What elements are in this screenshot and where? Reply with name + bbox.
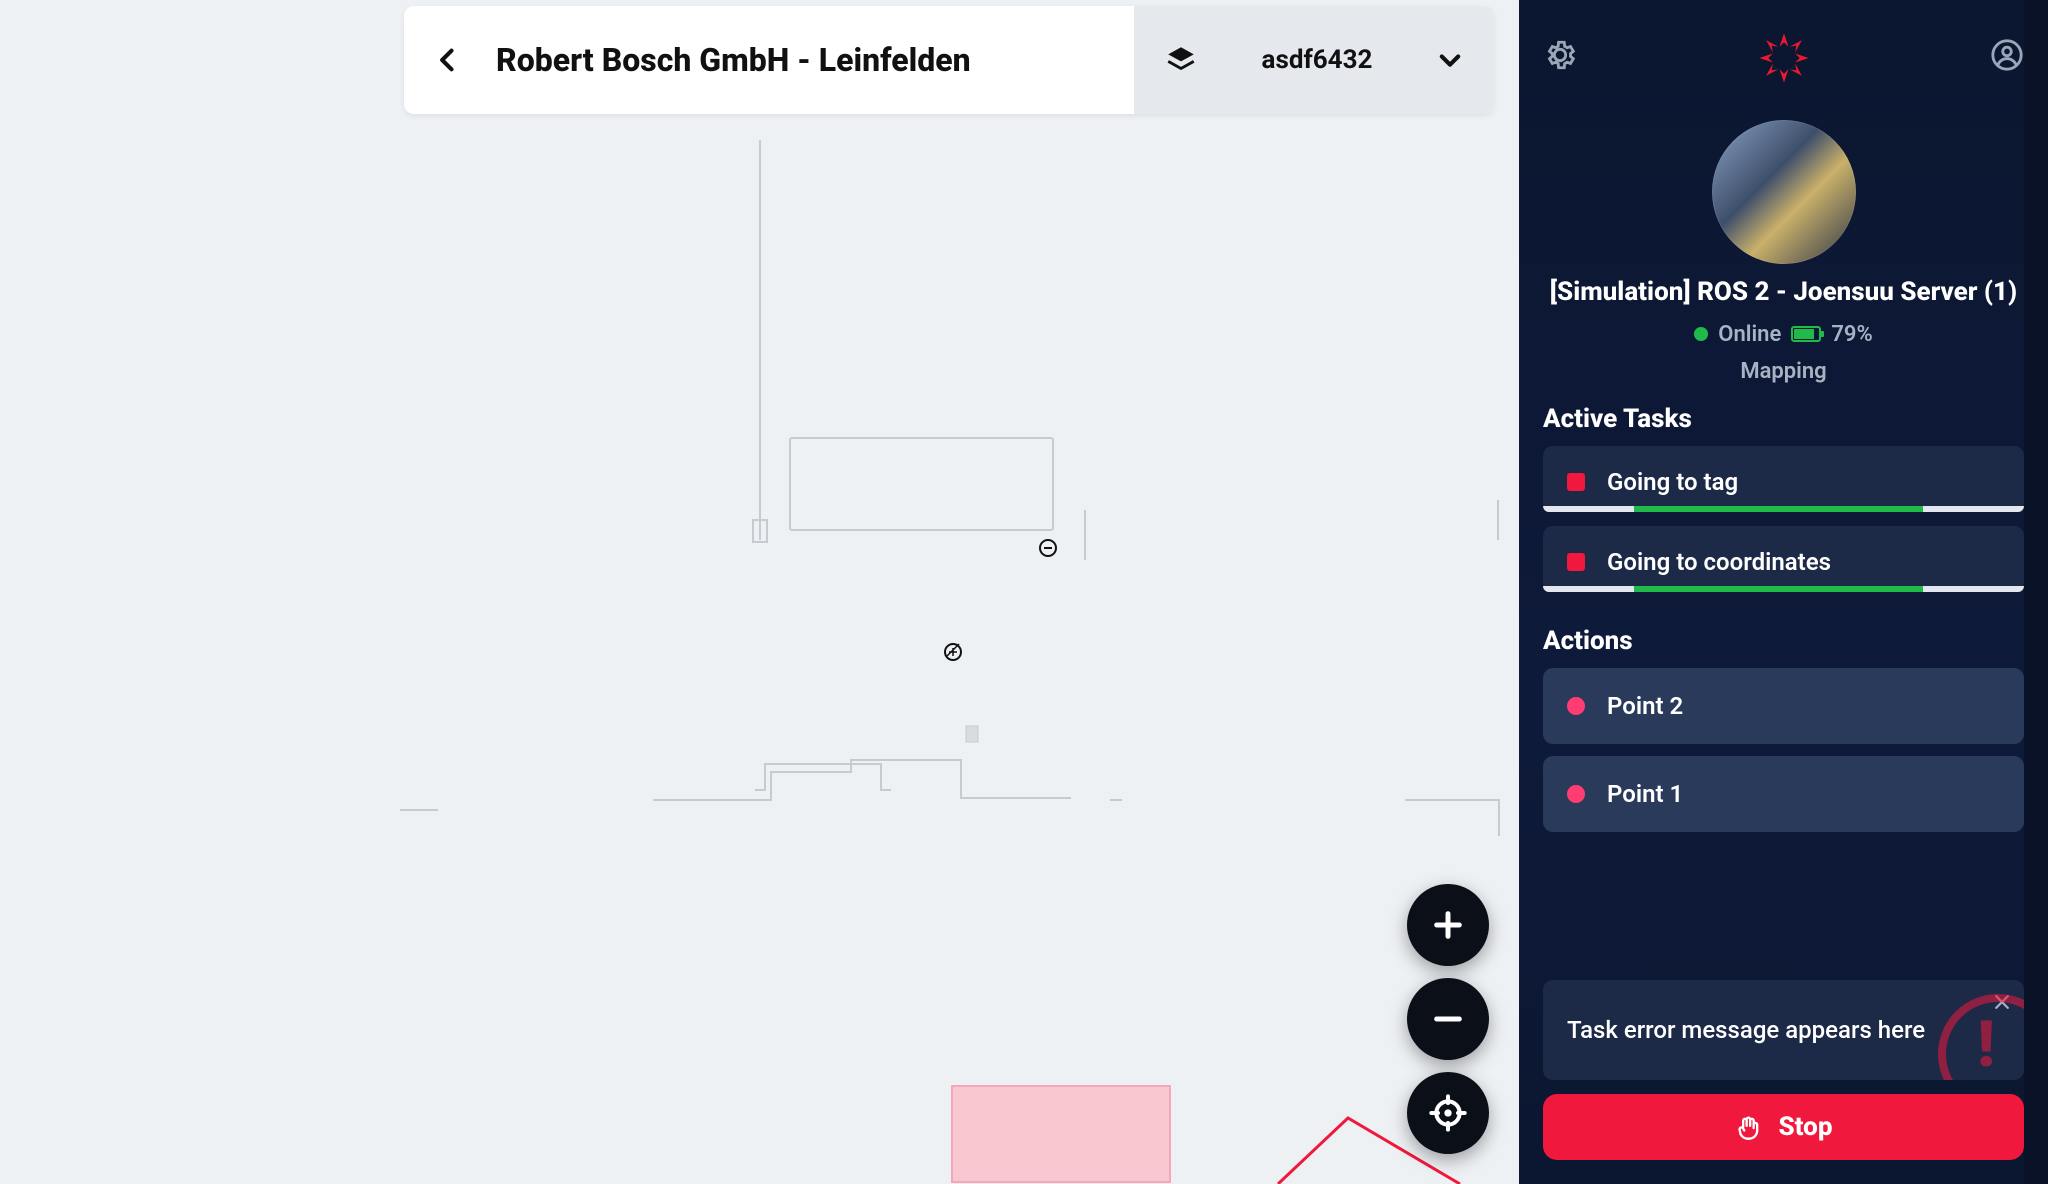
robot-status-label: Online <box>1718 322 1781 347</box>
robot-name: [Simulation] ROS 2 - Joensuu Server (1) <box>1550 276 2017 310</box>
minus-icon <box>1431 1002 1465 1036</box>
gear-icon <box>1543 38 1577 72</box>
point-dot-icon <box>1567 697 1585 715</box>
header-left: Robert Bosch GmbH - Leinfelden <box>404 6 1134 114</box>
hand-icon <box>1735 1113 1763 1141</box>
point-dot-icon <box>1567 785 1585 803</box>
action-item[interactable]: Point 1 <box>1543 756 2024 832</box>
map-area[interactable]: Robert Bosch GmbH - Leinfelden asdf6432 <box>0 0 1519 1184</box>
map-header: Robert Bosch GmbH - Leinfelden asdf6432 <box>404 6 1494 114</box>
error-card: Task error message appears here ! <box>1543 980 2024 1080</box>
task-label: Going to tag <box>1607 468 1738 496</box>
error-message: Task error message appears here <box>1567 1016 2000 1044</box>
alert-icon: ! <box>1938 994 2024 1080</box>
robot-card: [Simulation] ROS 2 - Joensuu Server (1) … <box>1543 120 2024 384</box>
robot-avatar <box>1712 120 1856 264</box>
action-label: Point 1 <box>1607 780 1683 808</box>
task-progress <box>1543 506 2024 512</box>
sidebar: [Simulation] ROS 2 - Joensuu Server (1) … <box>1519 0 2048 1184</box>
task-stop-button[interactable] <box>1567 553 1585 571</box>
window-scrollbar[interactable] <box>2024 0 2048 1184</box>
zoom-out-button[interactable] <box>1407 978 1489 1060</box>
status-dot-icon <box>1694 327 1708 341</box>
stop-button[interactable]: Stop <box>1543 1094 2024 1160</box>
map-marker-target <box>1040 540 1056 556</box>
task-item: Going to coordinates <box>1543 526 2024 592</box>
battery-percent: 79% <box>1831 322 1872 347</box>
battery-icon <box>1791 326 1821 342</box>
actions-title: Actions <box>1543 626 2024 656</box>
stop-button-label: Stop <box>1779 1112 1833 1142</box>
map-canvas[interactable] <box>0 0 1519 1184</box>
map-dropdown[interactable]: asdf6432 <box>1134 6 1494 114</box>
settings-button[interactable] <box>1543 38 1577 78</box>
chevron-down-icon <box>1436 46 1464 74</box>
robot-status-row: Online 79% <box>1694 322 1872 347</box>
zoom-in-button[interactable] <box>1407 884 1489 966</box>
chevron-left-icon <box>434 46 462 74</box>
sidebar-topbar <box>1543 0 2024 116</box>
task-stop-button[interactable] <box>1567 473 1585 491</box>
task-progress <box>1543 586 2024 592</box>
map-marker-robot <box>945 644 961 660</box>
page-title: Robert Bosch GmbH - Leinfelden <box>496 41 971 79</box>
map-controls <box>1407 884 1489 1154</box>
layers-icon <box>1164 43 1198 77</box>
center-button[interactable] <box>1407 1072 1489 1154</box>
back-button[interactable] <box>428 40 468 80</box>
action-item[interactable]: Point 2 <box>1543 668 2024 744</box>
map-dropdown-label: asdf6432 <box>1262 45 1373 75</box>
robot-mode: Mapping <box>1740 359 1826 384</box>
profile-icon <box>1990 38 2024 72</box>
action-label: Point 2 <box>1607 692 1683 720</box>
profile-button[interactable] <box>1990 38 2024 78</box>
crosshair-icon <box>1428 1093 1468 1133</box>
task-item: Going to tag <box>1543 446 2024 512</box>
app-logo-icon <box>1756 30 1812 86</box>
plus-icon <box>1431 908 1465 942</box>
active-tasks-title: Active Tasks <box>1543 404 2024 434</box>
task-label: Going to coordinates <box>1607 548 1831 576</box>
